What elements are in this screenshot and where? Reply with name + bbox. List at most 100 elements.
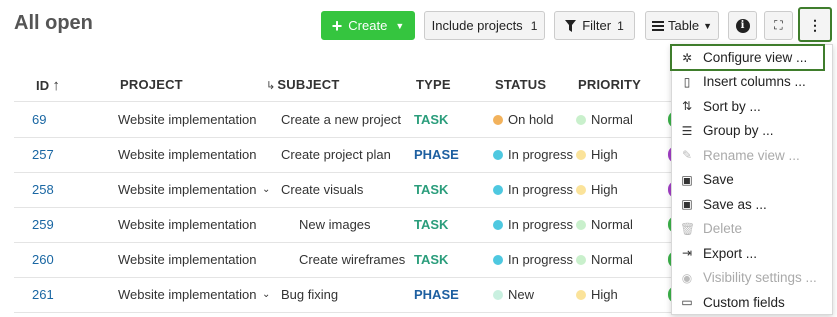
menu-item-save[interactable]: ▣ Save [672, 168, 832, 192]
status-label: In progress [508, 182, 574, 197]
column-header-priority[interactable]: PRIORITY [578, 77, 641, 92]
work-package-id-link[interactable]: 259 [32, 207, 54, 242]
priority-cell[interactable]: High [576, 172, 618, 207]
priority-cell[interactable]: High [576, 277, 618, 312]
fullscreen-button[interactable]: ⛶ [764, 11, 793, 40]
project-cell: Website implementation [118, 147, 257, 162]
column-header-priority-label: PRIORITY [578, 77, 641, 92]
include-projects-count: 1 [530, 18, 538, 33]
view-mode-table-button[interactable]: Table ▼ [645, 11, 719, 40]
work-package-id-link[interactable]: 260 [32, 242, 54, 277]
status-cell[interactable]: On hold [493, 102, 554, 137]
table-row[interactable]: 257 Website implementation Create project … [0, 137, 682, 172]
status-label: New [508, 287, 535, 302]
column-header-id[interactable]: ID ↑ [36, 77, 60, 94]
menu-item-delete[interactable]: 🗑 Delete [672, 217, 832, 241]
priority-label: Normal [591, 217, 633, 232]
status-cell[interactable]: New [493, 277, 534, 312]
column-header-subject-label: SUBJECT [277, 77, 340, 92]
subject-cell[interactable]: Create wireframes [299, 242, 405, 277]
column-header-type[interactable]: TYPE [416, 77, 451, 92]
menu-item-label: Sort by ... [703, 98, 761, 114]
column-header-project-label: PROJECT [120, 77, 183, 92]
priority-dot-icon [576, 289, 586, 300]
priority-cell[interactable]: Normal [576, 207, 633, 242]
priority-label: High [591, 147, 618, 162]
project-cell: Website implementation [118, 252, 257, 267]
menu-item-export[interactable]: ⇥ Export ... [672, 241, 832, 265]
table-row[interactable]: 69 Website implementation Create a new pro… [0, 102, 682, 137]
sort-ascending-icon: ↑ [52, 77, 61, 94]
column-header-project[interactable]: PROJECT [120, 77, 183, 92]
table-row[interactable]: 259 Website implementation New images TASK I… [0, 207, 682, 242]
priority-cell[interactable]: Normal [576, 102, 633, 137]
subject-cell[interactable]: Create a new project [281, 102, 401, 137]
work-package-id-link[interactable]: 257 [32, 137, 54, 172]
menu-item-label: Visibility settings ... [703, 270, 817, 285]
table-row[interactable]: 260 Website implementation Create wirefram… [0, 242, 682, 277]
priority-dot-icon [576, 114, 586, 125]
status-label: In progress [508, 252, 574, 267]
group-icon: ☰ [681, 123, 693, 138]
chevron-down-icon[interactable]: ⌄ [262, 277, 270, 312]
priority-cell[interactable]: High [576, 137, 618, 172]
subject-cell[interactable]: Create visuals [281, 172, 363, 207]
row-divider [14, 312, 672, 313]
menu-item-label: Insert columns ... [703, 74, 806, 89]
priority-cell[interactable]: Normal [576, 242, 633, 277]
table-row[interactable]: 261 Website implementation ⌄ Bug fixing PHAS… [0, 277, 682, 312]
trash-icon: 🗑 [680, 221, 696, 236]
more-options-button[interactable]: ⋮ [798, 7, 832, 42]
priority-label: High [591, 182, 618, 197]
menu-item-label: Custom fields [703, 294, 785, 310]
menu-item-visibility-settings[interactable]: ◉ Visibility settings ... [672, 266, 832, 290]
subject-cell[interactable]: Bug fixing [281, 277, 338, 312]
filter-label: Filter [582, 18, 612, 33]
create-button[interactable]: + Create ▼ [321, 11, 415, 40]
project-cell: Website implementation [118, 112, 257, 127]
menu-item-label: Rename view ... [703, 147, 800, 163]
create-button-label: Create [348, 18, 388, 33]
subject-cell[interactable]: Create project plan [281, 137, 391, 172]
menu-item-save-as[interactable]: ▣ Save as ... [672, 192, 832, 216]
priority-label: Normal [591, 252, 633, 267]
status-label: In progress [508, 147, 574, 162]
status-dot-icon [493, 219, 503, 230]
hierarchy-icon[interactable]: ↳ [266, 80, 275, 92]
priority-dot-icon [576, 254, 586, 265]
more-vertical-icon: ⋮ [808, 16, 822, 33]
menu-item-configure-view[interactable]: ✲ Configure view ... [670, 44, 825, 71]
type-cell: TASK [414, 112, 449, 127]
details-view-button[interactable]: i [728, 11, 757, 40]
priority-dot-icon [576, 149, 586, 160]
subject-cell[interactable]: New images [299, 207, 371, 242]
menu-item-label: Group by ... [703, 123, 774, 138]
type-cell: TASK [414, 252, 449, 267]
table-row[interactable]: 258 Website implementation ⌄ Create visuals… [0, 172, 682, 207]
plus-icon: + [331, 15, 343, 36]
chevron-down-icon[interactable]: ⌄ [262, 172, 270, 207]
status-cell[interactable]: In progress [493, 242, 573, 277]
work-package-id-link[interactable]: 261 [32, 277, 54, 312]
status-label: On hold [508, 112, 554, 127]
menu-item-sort-by[interactable]: ⇅ Sort by ... [672, 94, 832, 118]
menu-item-label: Delete [703, 221, 743, 236]
menu-item-group-by[interactable]: ☰ Group by ... [672, 119, 832, 143]
status-label: In progress [508, 217, 574, 232]
menu-item-insert-columns[interactable]: ▯ Insert columns ... [672, 70, 832, 94]
menu-item-custom-fields[interactable]: ▭ Custom fields [672, 290, 832, 314]
menu-item-rename-view[interactable]: ✎ Rename view ... [672, 143, 832, 167]
type-cell: PHASE [414, 287, 459, 302]
status-dot-icon [493, 184, 503, 195]
status-cell[interactable]: In progress [493, 207, 573, 242]
column-header-subject[interactable]: ↳ SUBJECT [266, 77, 340, 92]
column-header-status[interactable]: STATUS [495, 77, 546, 92]
filter-button[interactable]: Filter 1 [554, 11, 635, 40]
work-package-id-link[interactable]: 258 [32, 172, 54, 207]
menu-item-label: Save [703, 172, 734, 187]
work-package-id-link[interactable]: 69 [32, 102, 46, 137]
include-projects-button[interactable]: Include projects 1 [424, 11, 545, 40]
status-cell[interactable]: In progress [493, 172, 573, 207]
status-cell[interactable]: In progress [493, 137, 573, 172]
column-header-type-label: TYPE [416, 77, 451, 92]
